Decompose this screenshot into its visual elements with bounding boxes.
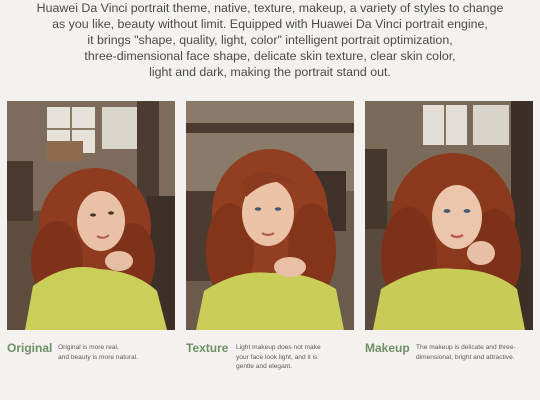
caption-line: Original is more real, xyxy=(58,344,119,351)
caption-desc-original: Original is more real, and beauty is mor… xyxy=(58,343,138,362)
caption-desc-makeup: The makeup is delicate and three- dimens… xyxy=(416,343,516,362)
intro-line: as you like, beauty without limit. Equip… xyxy=(52,17,488,31)
caption-title-makeup: Makeup xyxy=(365,341,410,355)
intro-line: light and dark, making the portrait stan… xyxy=(149,65,391,79)
caption-line: and beauty is more natural. xyxy=(58,353,138,361)
caption-desc-texture: Light makeup does not make your face loo… xyxy=(236,343,321,372)
portrait-photo-makeup xyxy=(365,101,533,330)
caption-line: The makeup is delicate and three- xyxy=(416,344,516,351)
intro-line: it brings "shape, quality, light, color"… xyxy=(87,33,453,47)
caption-line: dimensional, bright and attractive. xyxy=(416,353,515,361)
caption-title-original: Original xyxy=(7,341,53,355)
caption-line: Light makeup does not make xyxy=(236,344,321,351)
portrait-photo-texture xyxy=(186,101,354,330)
intro-line: three-dimensional face shape, delicate s… xyxy=(84,49,456,63)
intro-line: Huawei Da Vinci portrait theme, native, … xyxy=(36,1,504,15)
portrait-photo-original xyxy=(7,101,175,330)
caption-title-texture: Texture xyxy=(186,341,229,355)
caption-line: gentle and elegant. xyxy=(236,363,293,370)
caption-line: your face look light, and it is xyxy=(236,353,318,361)
intro-text: Huawei Da Vinci portrait theme, native, … xyxy=(20,0,520,80)
